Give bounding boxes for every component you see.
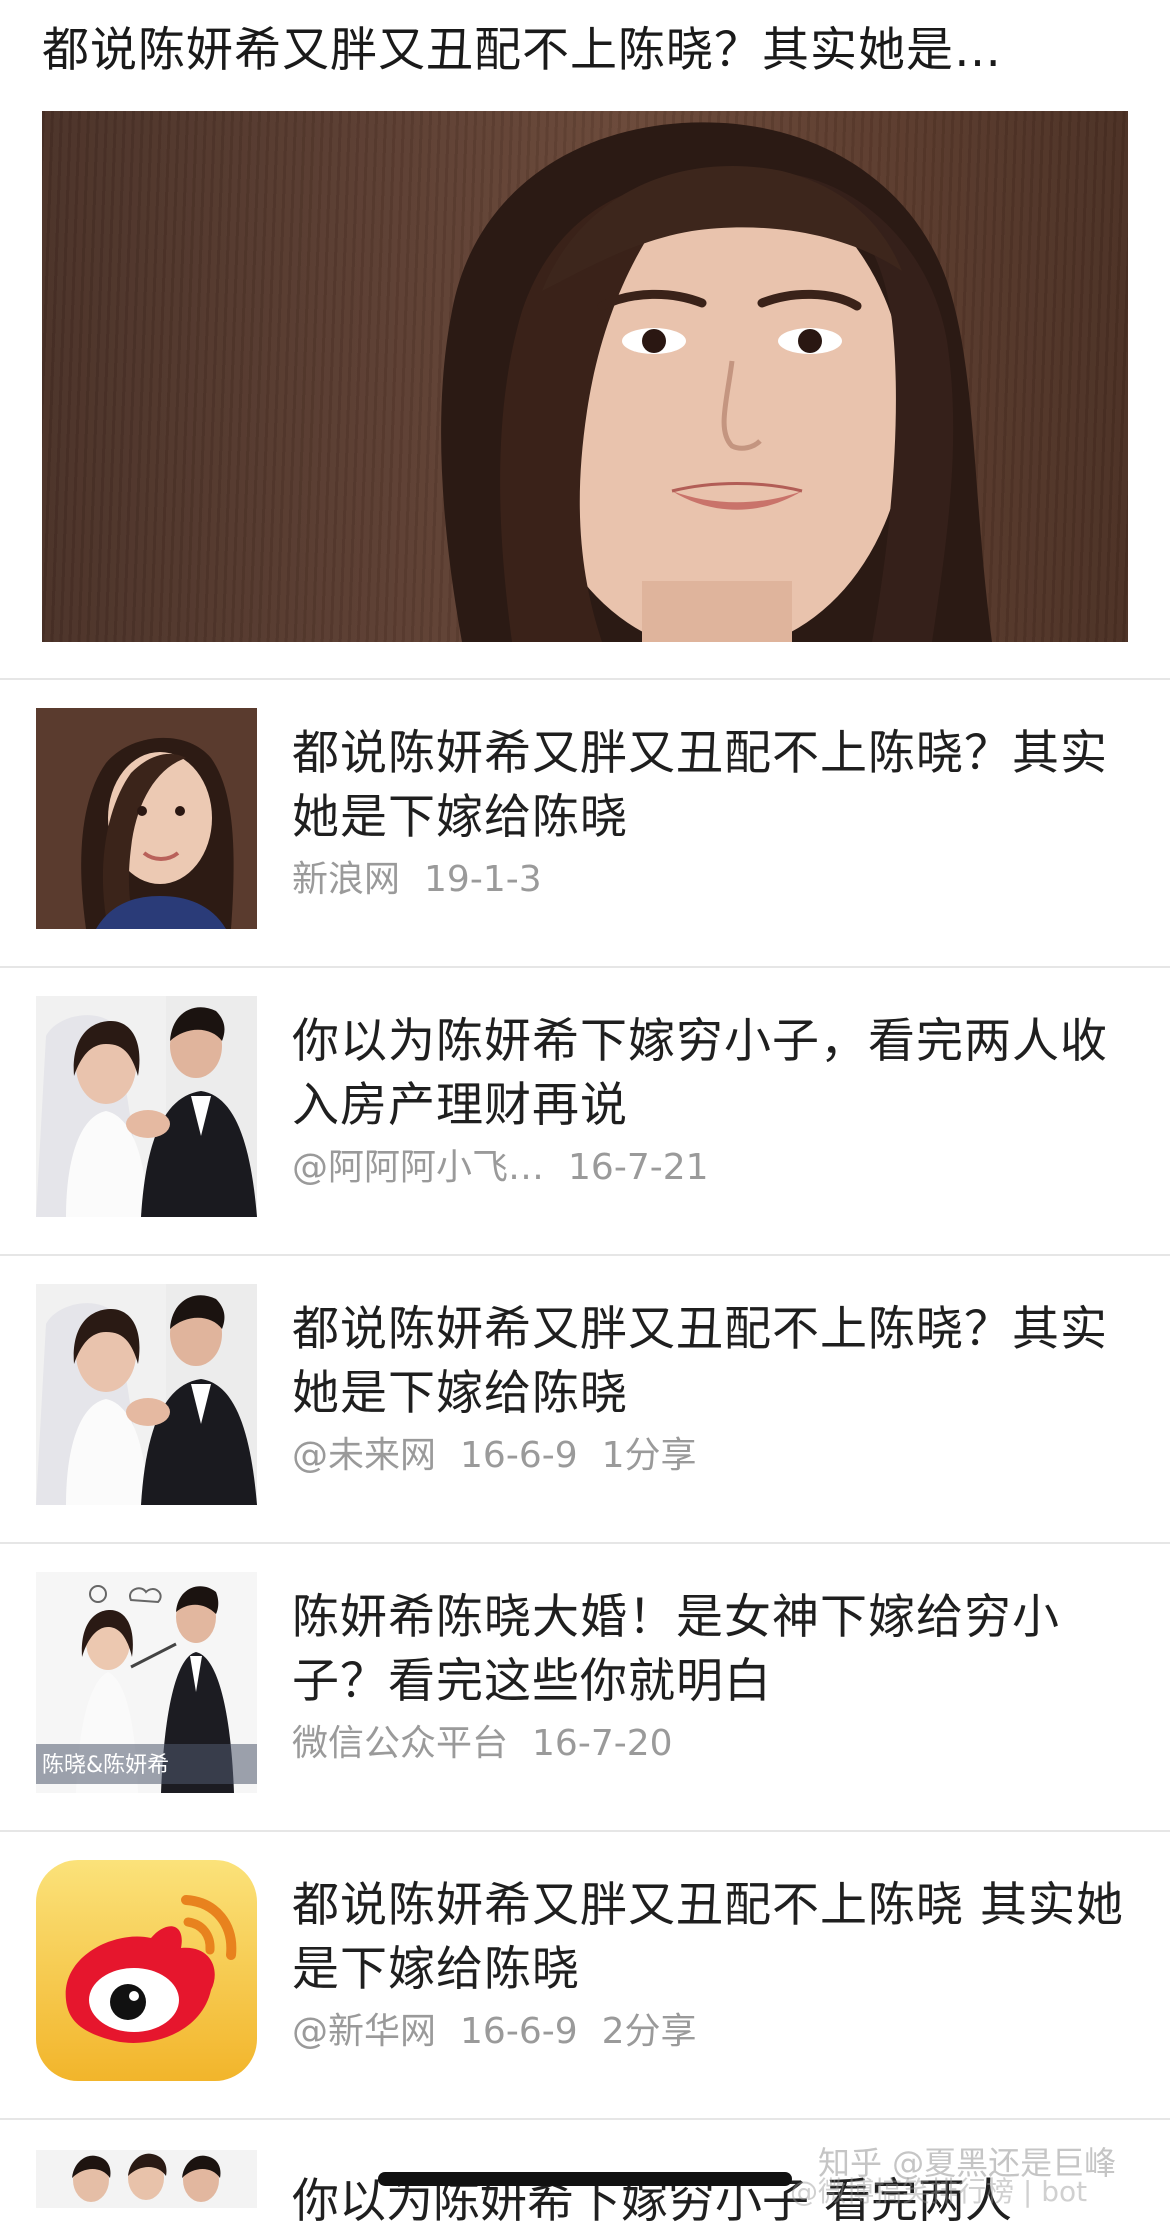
thumbnail-couple-poster: 陈晓&陈妍希 bbox=[36, 1572, 257, 1793]
thumbnail-portrait bbox=[36, 708, 257, 929]
hero-image[interactable] bbox=[42, 111, 1128, 642]
watermark-weibo: @微博搞笑排行榜 | bot bbox=[790, 2175, 1088, 2208]
list-item[interactable]: 都说陈妍希又胖又丑配不上陈晓 其实她是下嫁给陈晓 @新华网 16-6-9 2分享 bbox=[0, 1832, 1170, 2120]
list-item[interactable]: 都说陈妍希又胖又丑配不上陈晓？其实她是下嫁给陈晓 新浪网 19-1-3 bbox=[0, 680, 1170, 968]
group-thumb-illustration bbox=[36, 2150, 257, 2208]
item-source: 微信公众平台 bbox=[292, 1723, 509, 1764]
item-share-count: 1分享 bbox=[601, 1435, 697, 1476]
list-item[interactable]: 都说陈妍希又胖又丑配不上陈晓？其实她是下嫁给陈晓 @未来网 16-6-9 1分享 bbox=[0, 1256, 1170, 1544]
thumbnail-weibo bbox=[36, 1860, 257, 2081]
item-meta: @未来网 16-6-9 1分享 bbox=[292, 1434, 721, 1478]
item-date: 16-6-9 bbox=[460, 2011, 578, 2052]
portrait-thumb-illustration bbox=[36, 708, 257, 929]
thumbnail-wedding bbox=[36, 1284, 257, 1505]
item-meta: @新华网 16-6-9 2分享 bbox=[292, 2010, 721, 2054]
wedding-thumb-illustration bbox=[36, 996, 257, 1217]
divider bbox=[0, 2118, 1170, 2120]
item-share-count: 2分享 bbox=[601, 2011, 697, 2052]
item-source: 新浪网 bbox=[292, 859, 401, 900]
hero-portrait-illustration bbox=[441, 122, 993, 642]
item-source: @新华网 bbox=[292, 2011, 437, 2052]
list-item[interactable]: 陈晓&陈妍希 陈妍希陈晓大婚！是女神下嫁给穷小子？看完这些你就明白 微信公众平台… bbox=[0, 1544, 1170, 1832]
item-meta: 微信公众平台 16-7-20 bbox=[292, 1722, 697, 1766]
item-title[interactable]: 陈妍希陈晓大婚！是女神下嫁给穷小子？看完这些你就明白 bbox=[292, 1586, 1132, 1714]
item-title[interactable]: 都说陈妍希又胖又丑配不上陈晓？其实她是下嫁给陈晓 bbox=[292, 1298, 1132, 1426]
poster-thumb-illustration: 陈晓&陈妍希 bbox=[36, 1572, 257, 1793]
item-title[interactable]: 你以为陈妍希下嫁穷小子，看完两人收入房产理财再说 bbox=[292, 1010, 1132, 1138]
page-title[interactable]: 都说陈妍希又胖又丑配不上陈晓？其实她是… bbox=[42, 16, 1128, 86]
home-indicator[interactable] bbox=[378, 2172, 792, 2186]
item-source: @阿阿阿小飞… bbox=[292, 1147, 545, 1188]
thumbnail-group-photo bbox=[36, 2150, 257, 2208]
weibo-icon bbox=[36, 1860, 257, 2081]
item-title[interactable]: 都说陈妍希又胖又丑配不上陈晓 其实她是下嫁给陈晓 bbox=[292, 1874, 1132, 2002]
thumb-caption: 陈晓&陈妍希 bbox=[42, 1753, 169, 1778]
item-source: @未来网 bbox=[292, 1435, 437, 1476]
item-meta: @阿阿阿小飞… 16-7-21 bbox=[292, 1146, 733, 1190]
item-date: 16-7-21 bbox=[568, 1147, 709, 1188]
item-date: 16-7-20 bbox=[532, 1723, 673, 1764]
item-meta: 新浪网 19-1-3 bbox=[292, 858, 566, 902]
wedding-thumb-illustration bbox=[36, 1284, 257, 1505]
thumbnail-wedding bbox=[36, 996, 257, 1217]
item-title[interactable]: 都说陈妍希又胖又丑配不上陈晓？其实她是下嫁给陈晓 bbox=[292, 722, 1132, 850]
item-date: 16-6-9 bbox=[460, 1435, 578, 1476]
item-date: 19-1-3 bbox=[424, 859, 542, 900]
list-item[interactable]: 你以为陈妍希下嫁穷小子，看完两人收入房产理财再说 @阿阿阿小飞… 16-7-21 bbox=[0, 968, 1170, 1256]
